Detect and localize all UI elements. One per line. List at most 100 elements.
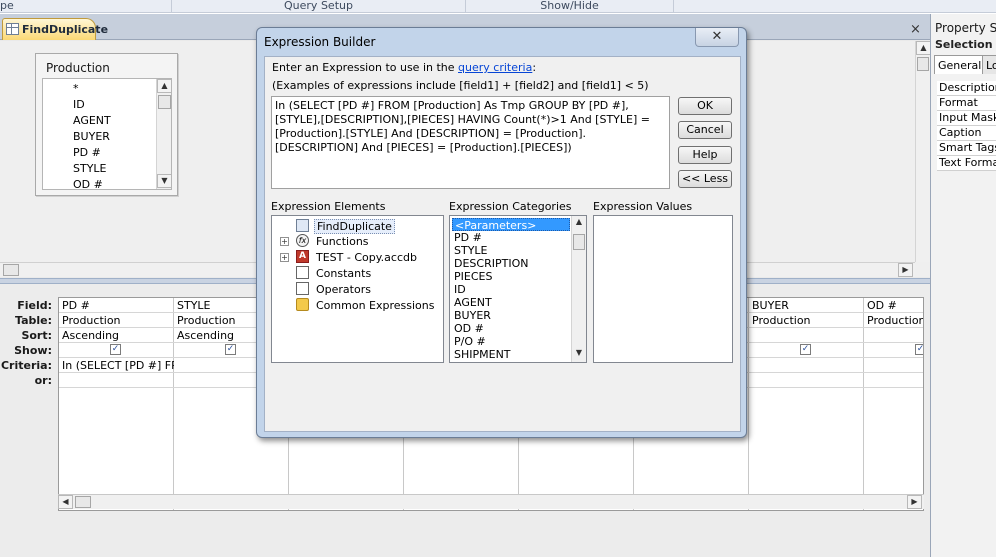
document-close-icon[interactable]: ×	[910, 22, 921, 37]
expand-icon[interactable]: +	[280, 237, 289, 246]
tree-node-label: Constants	[316, 267, 372, 280]
expression-values-label: Expression Values	[593, 200, 693, 213]
grid-cell-table[interactable]: Production	[864, 313, 923, 328]
prompt-prefix: Enter an Expression to use in the	[272, 61, 455, 74]
field-list-item[interactable]: *	[73, 82, 79, 95]
grid-cell-criteria[interactable]: In (SELECT [PD #] FRO	[59, 358, 174, 373]
property-row-description[interactable]: Description	[937, 81, 996, 96]
prompt-suffix: :	[532, 61, 537, 74]
scroll-thumb[interactable]	[917, 57, 929, 71]
category-item[interactable]: ID	[452, 283, 570, 296]
property-row-text-format[interactable]: Text Forma	[937, 156, 996, 171]
property-row-format[interactable]: Format	[937, 96, 996, 111]
property-row-smart-tags[interactable]: Smart Tags	[937, 141, 996, 156]
show-checkbox[interactable]: ✓	[225, 344, 236, 355]
scroll-down-icon[interactable]: ▼	[572, 347, 586, 361]
grid-cell-show: ✓	[59, 343, 174, 358]
categories-scrollbar[interactable]: ▲ ▼	[571, 216, 586, 362]
table-field-list[interactable]: * ID AGENT BUYER PD # STYLE OD # ▲ ▼	[42, 78, 172, 190]
property-row-caption[interactable]: Caption	[937, 126, 996, 141]
query-icon	[6, 23, 19, 35]
scroll-thumb[interactable]	[158, 95, 171, 109]
expression-prompt: Enter an Expression to use in the query …	[272, 61, 536, 74]
cancel-button[interactable]: Cancel	[678, 121, 732, 139]
grid-cell-table[interactable]: Production	[59, 313, 174, 328]
grid-row-label-sort: Sort:	[21, 329, 52, 342]
operators-icon	[296, 282, 309, 295]
expand-icon[interactable]: +	[280, 253, 289, 262]
scroll-thumb[interactable]	[75, 496, 91, 508]
field-list-scrollbar[interactable]: ▲ ▼	[156, 79, 171, 189]
scroll-thumb[interactable]	[3, 264, 19, 276]
category-item[interactable]: PIECES	[452, 270, 570, 283]
less-button[interactable]: << Less	[678, 170, 732, 188]
expression-values-list[interactable]	[593, 215, 733, 363]
tab-general[interactable]: General	[934, 55, 986, 74]
category-item[interactable]: OD #	[452, 322, 570, 335]
grid-column: OD # Production ✓	[864, 298, 923, 510]
scroll-down-icon[interactable]: ▼	[157, 174, 171, 188]
expression-elements-tree[interactable]: FindDuplicate + fx Functions + A TEST - …	[271, 215, 444, 363]
show-checkbox[interactable]: ✓	[800, 344, 811, 355]
field-list-item[interactable]: AGENT	[73, 114, 111, 127]
field-list-item[interactable]: STYLE	[73, 162, 107, 175]
scroll-right-icon[interactable]: ▶	[907, 495, 922, 509]
category-item[interactable]: PD #	[452, 231, 570, 244]
dialog-body: Enter an Expression to use in the query …	[264, 56, 741, 432]
ok-button[interactable]: OK	[678, 97, 732, 115]
property-row-input-mask[interactable]: Input Mask	[937, 111, 996, 126]
grid-cell-or[interactable]	[749, 373, 864, 388]
query-criteria-link[interactable]: query criteria	[458, 61, 532, 74]
help-button[interactable]: Help	[678, 146, 732, 164]
category-item[interactable]: DESCRIPTION	[452, 257, 570, 270]
grid-horizontal-scrollbar[interactable]: ◀ ▶	[58, 494, 924, 509]
scroll-thumb[interactable]	[573, 234, 585, 250]
field-list-item[interactable]: PD #	[73, 146, 101, 159]
category-item-parameters[interactable]: <Parameters>	[452, 218, 570, 232]
grid-cell-criteria[interactable]	[864, 358, 923, 373]
grid-cell-sort[interactable]	[864, 328, 923, 343]
tab-lookup[interactable]: Lo	[982, 55, 996, 74]
category-item[interactable]: STYLE	[452, 244, 570, 257]
table-pane-vertical-scrollbar[interactable]: ▲	[915, 41, 931, 262]
field-list-item[interactable]: ID	[73, 98, 85, 111]
category-item[interactable]: P/O #	[452, 335, 570, 348]
production-table-box[interactable]: Production * ID AGENT BUYER PD # STYLE O…	[35, 53, 178, 196]
document-tab-findduplicate[interactable]: FindDuplicate	[2, 18, 108, 40]
expression-elements-label: Expression Elements	[271, 200, 386, 213]
tree-node-label: Functions	[316, 235, 369, 248]
category-item[interactable]: BUYER	[452, 309, 570, 322]
category-item[interactable]: AGENT	[452, 296, 570, 309]
dialog-title: Expression Builder	[264, 35, 376, 49]
grid-row-label-show: Show:	[14, 344, 52, 357]
scroll-up-icon[interactable]: ▲	[157, 79, 171, 93]
grid-cell-or[interactable]	[864, 373, 923, 388]
show-checkbox[interactable]: ✓	[915, 344, 923, 355]
category-item[interactable]: SHIPMENT	[452, 348, 570, 361]
table-box-title: Production	[46, 61, 110, 75]
grid-cell-field[interactable]: PD #	[59, 298, 174, 313]
grid-cell-or[interactable]	[59, 373, 174, 388]
expression-categories-label: Expression Categories	[449, 200, 572, 213]
scroll-right-icon[interactable]: ▶	[898, 263, 913, 277]
grid-cell-criteria[interactable]	[749, 358, 864, 373]
scroll-up-icon[interactable]: ▲	[916, 41, 931, 55]
grid-cell-sort[interactable]	[749, 328, 864, 343]
grid-cell-sort[interactable]: Ascending	[59, 328, 174, 343]
dialog-close-icon[interactable]: ✕	[695, 28, 739, 47]
show-checkbox[interactable]: ✓	[110, 344, 121, 355]
tree-node-label: Operators	[316, 283, 371, 296]
scroll-left-icon[interactable]: ◀	[58, 495, 73, 509]
grid-column: BUYER Production ✓	[749, 298, 864, 510]
grid-cell-field[interactable]: OD #	[864, 298, 923, 313]
scroll-up-icon[interactable]: ▲	[572, 216, 586, 230]
grid-cell-field[interactable]: BUYER	[749, 298, 864, 313]
expression-categories-list[interactable]: <Parameters> PD # STYLE DESCRIPTION PIEC…	[449, 215, 587, 363]
ribbon-group-show-hide: Show/Hide	[466, 0, 674, 13]
field-list-item[interactable]: BUYER	[73, 130, 110, 143]
field-list-item[interactable]: OD #	[73, 178, 103, 189]
grid-cell-table[interactable]: Production	[749, 313, 864, 328]
database-icon: A	[296, 250, 309, 263]
selection-type-label: Selection typ	[935, 38, 996, 51]
expression-textbox[interactable]: In (SELECT [PD #] FROM [Production] As T…	[271, 96, 670, 189]
